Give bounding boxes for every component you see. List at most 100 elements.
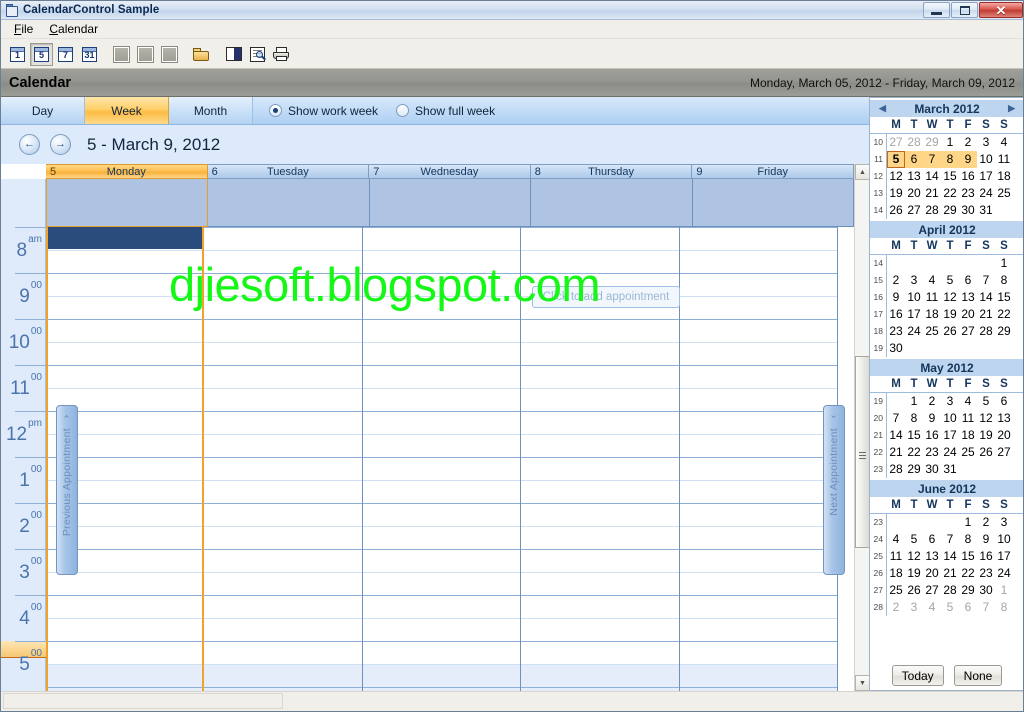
mini-calendar-day[interactable]: 30 [977, 582, 995, 599]
mini-calendar-day[interactable]: 23 [887, 323, 905, 340]
mini-calendar-day[interactable]: 16 [959, 168, 977, 185]
mini-calendar-day[interactable]: 2 [977, 514, 995, 531]
mini-calendar-day[interactable]: 25 [959, 444, 977, 461]
view-workweek-button[interactable]: 5 [30, 43, 53, 66]
day-column-wednesday[interactable] [363, 227, 521, 691]
all-day-cell-monday[interactable] [46, 179, 208, 227]
mini-calendar-day[interactable]: 16 [887, 306, 905, 323]
mini-calendar-day[interactable]: 7 [887, 410, 905, 427]
mini-calendar-day[interactable]: 14 [977, 289, 995, 306]
mini-calendar-day[interactable]: 26 [887, 202, 905, 219]
print-preview-button[interactable] [246, 43, 269, 66]
mini-calendar-day[interactable]: 30 [959, 202, 977, 219]
mini-calendar-day[interactable]: 28 [977, 323, 995, 340]
add-appointment-hint[interactable]: Click to add appointment [532, 286, 680, 308]
tab-month[interactable]: Month [169, 97, 253, 124]
mini-calendar-day[interactable]: 29 [995, 323, 1013, 340]
mini-calendar-day[interactable]: 18 [923, 306, 941, 323]
mini-calendar-day[interactable]: 8 [995, 272, 1013, 289]
mini-calendar-day[interactable]: 31 [977, 202, 995, 219]
mini-calendar-day[interactable]: 11 [887, 548, 905, 565]
mini-calendar-day[interactable]: 1 [959, 514, 977, 531]
mini-calendar-day[interactable]: 7 [923, 151, 941, 168]
mini-calendar-day[interactable]: 4 [959, 393, 977, 410]
mini-calendar-day[interactable]: 10 [905, 289, 923, 306]
mini-calendar-day[interactable]: 9 [887, 289, 905, 306]
mini-calendar-day[interactable]: 29 [941, 202, 959, 219]
all-day-cell-tuesday[interactable] [208, 179, 369, 227]
mini-calendar-day[interactable]: 21 [887, 444, 905, 461]
mini-calendar-day[interactable]: 20 [923, 565, 941, 582]
mini-calendar-day[interactable]: 16 [977, 548, 995, 565]
mini-calendar-day[interactable]: 2 [923, 393, 941, 410]
mini-calendar-day[interactable]: 11 [995, 151, 1013, 168]
mini-calendar-day[interactable]: 24 [941, 444, 959, 461]
mini-calendar-day[interactable]: 27 [923, 582, 941, 599]
tab-week[interactable]: Week [85, 97, 169, 124]
mini-calendar-day[interactable]: 3 [941, 393, 959, 410]
grid-vertical-scrollbar[interactable]: ▲ ▼ [854, 164, 869, 691]
scrollbar-thumb[interactable] [855, 356, 870, 548]
mini-calendar-day[interactable]: 5 [977, 393, 995, 410]
print-button[interactable] [270, 43, 293, 66]
mini-calendar-day[interactable]: 6 [905, 151, 923, 168]
mini-calendar-day[interactable]: 26 [941, 323, 959, 340]
mini-calendar-day[interactable]: 24 [995, 565, 1013, 582]
mini-calendar-day[interactable]: 6 [959, 599, 977, 616]
mini-calendar-day[interactable]: 5 [941, 599, 959, 616]
mini-prev-month-icon[interactable]: ◀ [879, 103, 886, 114]
mini-calendar-day[interactable]: 30 [887, 340, 905, 357]
mini-calendar-day[interactable]: 29 [905, 461, 923, 478]
mini-calendar-day[interactable]: 30 [923, 461, 941, 478]
mini-calendar-day[interactable]: 26 [905, 582, 923, 599]
none-button[interactable]: None [954, 665, 1003, 686]
mini-calendar-today[interactable]: 5 [887, 151, 905, 168]
today-button[interactable]: Today [892, 665, 944, 686]
mini-calendar-day[interactable]: 29 [959, 582, 977, 599]
placeholder-button-1[interactable] [110, 43, 133, 66]
page-setup-button[interactable] [222, 43, 245, 66]
mini-calendar-day[interactable]: 13 [905, 168, 923, 185]
mini-calendar-day[interactable]: 4 [923, 599, 941, 616]
all-day-cell-thursday[interactable] [531, 179, 692, 227]
mini-calendar-day[interactable]: 28 [887, 461, 905, 478]
mini-calendar-day[interactable]: 27 [905, 202, 923, 219]
mini-calendar-day[interactable]: 10 [977, 151, 995, 168]
mini-calendar-day[interactable]: 29 [923, 134, 941, 151]
day-header-monday[interactable]: 5Monday [46, 164, 208, 179]
mini-calendar-day[interactable]: 2 [959, 134, 977, 151]
mini-calendar-day[interactable]: 24 [905, 323, 923, 340]
mini-calendar-day[interactable]: 19 [905, 565, 923, 582]
mini-calendar-day[interactable]: 2 [887, 599, 905, 616]
mini-calendar-day[interactable]: 23 [959, 185, 977, 202]
day-header-tuesday[interactable]: 6Tuesday [208, 164, 370, 179]
mini-calendar-day[interactable]: 1 [995, 582, 1013, 599]
mini-calendar-day[interactable]: 17 [905, 306, 923, 323]
mini-calendar-day[interactable]: 27 [959, 323, 977, 340]
mini-calendar-day[interactable]: 25 [923, 323, 941, 340]
mini-calendar-day[interactable]: 6 [923, 531, 941, 548]
mini-calendar-day[interactable]: 22 [941, 185, 959, 202]
mini-calendar-day[interactable]: 15 [995, 289, 1013, 306]
placeholder-button-2[interactable] [134, 43, 157, 66]
mini-calendar-day[interactable]: 19 [977, 427, 995, 444]
mini-calendar-day[interactable]: 18 [959, 427, 977, 444]
mini-calendar-day[interactable]: 12 [977, 410, 995, 427]
all-day-cell-wednesday[interactable] [370, 179, 531, 227]
mini-calendar-day[interactable]: 4 [887, 531, 905, 548]
mini-calendar-day[interactable]: 27 [887, 134, 905, 151]
menu-calendar[interactable]: Calendar [42, 20, 107, 39]
mini-calendar-day[interactable]: 8 [995, 599, 1013, 616]
day-header-friday[interactable]: 9Friday [692, 164, 854, 179]
mini-calendar-day[interactable]: 17 [941, 427, 959, 444]
mini-calendar-day[interactable]: 1 [941, 134, 959, 151]
mini-calendar-day[interactable]: 28 [923, 202, 941, 219]
mini-calendar-day[interactable]: 6 [959, 272, 977, 289]
next-appointment-tab[interactable]: › Next Appointment [823, 405, 845, 575]
radio-show-work-week[interactable]: Show work week [269, 104, 378, 118]
mini-calendar-day[interactable]: 7 [977, 272, 995, 289]
view-week-button[interactable]: 7 [54, 43, 77, 66]
mini-calendar-day[interactable]: 22 [905, 444, 923, 461]
mini-calendar-day[interactable]: 1 [995, 255, 1013, 272]
mini-calendar-day[interactable]: 3 [995, 514, 1013, 531]
